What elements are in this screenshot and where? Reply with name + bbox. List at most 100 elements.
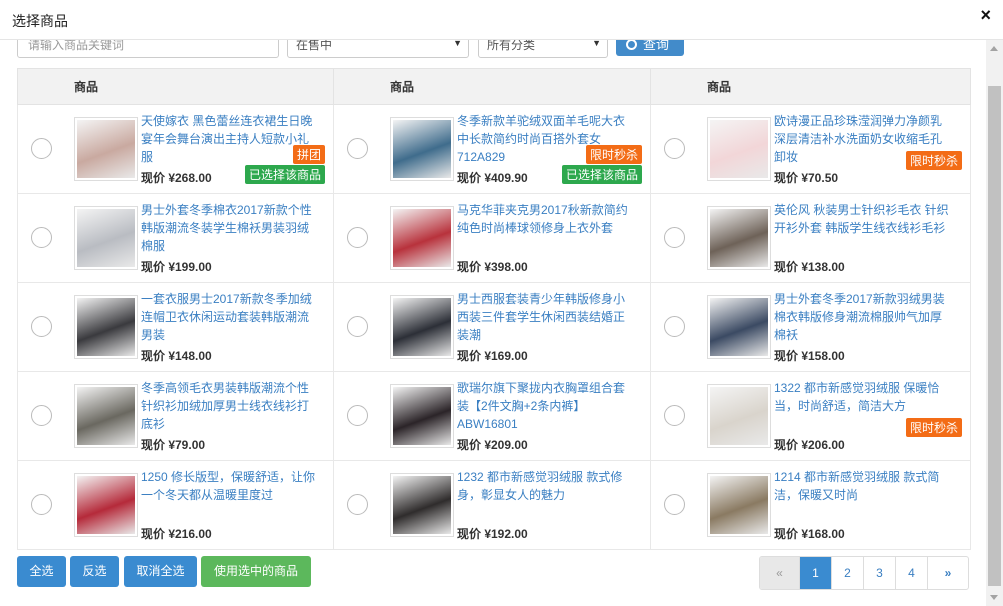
select-radio[interactable] [664, 227, 685, 248]
modal-body: 请输入商品关键词 在售中 ▼ 所有分类 ▼ 查询 商品 商品 商品 天使嫁衣 黑… [0, 40, 986, 606]
select-radio[interactable] [31, 494, 52, 515]
product-thumbnail [707, 206, 771, 270]
select-radio[interactable] [664, 494, 685, 515]
select-radio[interactable] [31, 316, 52, 337]
product-thumbnail [74, 117, 138, 181]
product-cell[interactable]: 歌瑞尔旗下聚拢内衣胸罩组合套装【2件文胸+2条内裤】ABW16801 现价 ¥20… [333, 371, 651, 461]
product-title-link[interactable]: 男士外套冬季2017新款羽绒男装棉衣韩版修身潮流棉服帅气加厚棉袄 [774, 290, 950, 344]
table-row: 冬季高领毛衣男装韩版潮流个性针织衫加绒加厚男士线衣线衫打底衫 现价 ¥79.00 歌… [17, 371, 971, 461]
select-radio[interactable] [347, 405, 368, 426]
select-radio[interactable] [347, 227, 368, 248]
product-cell[interactable]: 男士西服套装青少年韩版修身小西装三件套学生休闲西装结婚正装潮现价 ¥169.00 [333, 282, 651, 372]
scrollbar-thumb[interactable] [988, 86, 1001, 586]
product-thumbnail [390, 117, 454, 181]
product-title-link[interactable]: 男士外套冬季棉衣2017新款个性韩版潮流冬装学生棉袄男装羽绒棉服 [141, 201, 317, 255]
product-cell[interactable]: 欧诗漫正品珍珠滢润弹力净颜乳深层清洁补水洗面奶女收缩毛孔卸妆 现价 ¥70.50 限… [650, 104, 971, 194]
product-cell[interactable]: 英伦风 秋装男士针织衫毛衣 针织开衫外套 韩版学生线衣线衫毛衫 现价 ¥138.0… [650, 193, 971, 283]
product-image [393, 476, 451, 534]
scrollbar[interactable] [986, 40, 1003, 606]
selected-badge: 已选择该商品 [244, 165, 325, 184]
product-cell[interactable]: 男士外套冬季棉衣2017新款个性韩版潮流冬装学生棉袄男装羽绒棉服现价 ¥199.… [17, 193, 334, 283]
product-image [393, 298, 451, 356]
product-image [393, 209, 451, 267]
product-title-link[interactable]: 天使嫁衣 黑色蕾丝连衣裙生日晚宴年会舞台演出主持人短款小礼服 [141, 112, 317, 166]
product-title-link[interactable]: 1214 都市新感觉羽绒服 款式简洁，保暖又时尚 [774, 468, 950, 522]
product-price: 现价 ¥209.00 [457, 438, 528, 452]
product-title-link[interactable]: 英伦风 秋装男士针织衫毛衣 针织开衫外套 韩版学生线衣线衫毛衫 [774, 201, 950, 255]
product-price: 现价 ¥398.00 [457, 260, 528, 274]
product-price: 现价 ¥268.00 [141, 171, 212, 185]
product-image [77, 387, 135, 445]
product-thumbnail [74, 384, 138, 448]
product-price: 现价 ¥169.00 [457, 349, 528, 363]
page-button-1[interactable]: 1 [800, 557, 832, 589]
product-title-link[interactable]: 马克华菲夹克男2017秋新款简约纯色时尚棒球领修身上衣外套 [457, 201, 633, 255]
product-title-link[interactable]: 男士西服套装青少年韩版修身小西装三件套学生休闲西装结婚正装潮 [457, 290, 633, 344]
product-thumbnail [74, 295, 138, 359]
search-input[interactable]: 请输入商品关键词 [17, 40, 279, 58]
product-cell[interactable]: 冬季新款羊驼绒双面羊毛呢大衣中长款简约时尚百搭外套女712A829 现价 ¥409… [333, 104, 651, 194]
select-radio[interactable] [347, 494, 368, 515]
select-radio[interactable] [347, 316, 368, 337]
status-select[interactable]: 在售中 ▼ [287, 40, 469, 58]
pagination: « 1 2 3 4 » [759, 556, 969, 590]
product-title-link[interactable]: 冬季高领毛衣男装韩版潮流个性针织衫加绒加厚男士线衣线衫打底衫 [141, 379, 317, 433]
product-cell[interactable]: 1250 修长版型，保暖舒适，让你一个冬天都从温暖里度过 现价 ¥216.00 [17, 460, 334, 550]
close-button[interactable]: × [980, 6, 991, 24]
product-image [77, 209, 135, 267]
product-price: 现价 ¥158.00 [774, 349, 845, 363]
page-button-4[interactable]: 4 [896, 557, 928, 589]
product-title-link[interactable]: 1232 都市新感觉羽绒服 款式修身，彰显女人的魅力 [457, 468, 633, 522]
product-price: 现价 ¥70.50 [774, 171, 839, 185]
product-image [710, 209, 768, 267]
search-icon [626, 40, 637, 50]
product-cell[interactable]: 马克华菲夹克男2017秋新款简约纯色时尚棒球领修身上衣外套现价 ¥398.00 [333, 193, 651, 283]
modal-header: 选择商品 × [0, 0, 1003, 40]
product-cell[interactable]: 冬季高领毛衣男装韩版潮流个性针织衫加绒加厚男士线衣线衫打底衫 现价 ¥79.00 [17, 371, 334, 461]
table-row: 一套衣服男士2017新款冬季加绒连帽卫衣休闲运动套装韩版潮流男装 现价 ¥148.… [17, 282, 971, 372]
product-cell[interactable]: 1322 都市新感觉羽绒服 保暖恰当，时尚舒适，简洁大方 现价 ¥206.00 限时… [650, 371, 971, 461]
column-header: 商品 [17, 68, 334, 105]
scroll-down-icon[interactable] [990, 595, 998, 600]
page-button-2[interactable]: 2 [832, 557, 864, 589]
select-all-button[interactable]: 全选 [17, 556, 66, 587]
next-page-button[interactable]: » [928, 557, 968, 589]
product-image [393, 120, 451, 178]
product-cell[interactable]: 一套衣服男士2017新款冬季加绒连帽卫衣休闲运动套装韩版潮流男装 现价 ¥148.… [17, 282, 334, 372]
use-selected-button[interactable]: 使用选中的商品 [201, 556, 311, 587]
column-header: 商品 [650, 68, 971, 105]
select-radio[interactable] [664, 138, 685, 159]
product-title-link[interactable]: 1250 修长版型，保暖舒适，让你一个冬天都从温暖里度过 [141, 468, 317, 522]
product-cell[interactable]: 1214 都市新感觉羽绒服 款式简洁，保暖又时尚 现价 ¥168.00 [650, 460, 971, 550]
query-button[interactable]: 查询 [616, 40, 684, 56]
product-thumbnail [390, 206, 454, 270]
product-thumbnail [707, 473, 771, 537]
product-thumbnail [74, 206, 138, 270]
product-cell[interactable]: 天使嫁衣 黑色蕾丝连衣裙生日晚宴年会舞台演出主持人短款小礼服现价 ¥268.00… [17, 104, 334, 194]
product-thumbnail [707, 384, 771, 448]
category-select[interactable]: 所有分类 ▼ [478, 40, 608, 58]
select-radio[interactable] [664, 405, 685, 426]
product-thumbnail [707, 117, 771, 181]
clear-all-button[interactable]: 取消全选 [124, 556, 197, 587]
scroll-up-icon[interactable] [990, 46, 998, 51]
select-radio[interactable] [31, 405, 52, 426]
product-cell[interactable]: 男士外套冬季2017新款羽绒男装棉衣韩版修身潮流棉服帅气加厚棉袄现价 ¥158.… [650, 282, 971, 372]
select-radio[interactable] [31, 227, 52, 248]
product-cell[interactable]: 1232 都市新感觉羽绒服 款式修身，彰显女人的魅力 现价 ¥192.00 [333, 460, 651, 550]
product-title-link[interactable]: 一套衣服男士2017新款冬季加绒连帽卫衣休闲运动套装韩版潮流男装 [141, 290, 317, 344]
select-radio[interactable] [31, 138, 52, 159]
invert-selection-button[interactable]: 反选 [70, 556, 119, 587]
select-radio[interactable] [347, 138, 368, 159]
page-button-3[interactable]: 3 [864, 557, 896, 589]
product-image [393, 387, 451, 445]
promo-badge: 限时秒杀 [585, 145, 642, 164]
product-price: 现价 ¥199.00 [141, 260, 212, 274]
product-price: 现价 ¥206.00 [774, 438, 845, 452]
chevron-down-icon: ▼ [453, 40, 462, 48]
select-radio[interactable] [664, 316, 685, 337]
product-thumbnail [74, 473, 138, 537]
product-image [710, 476, 768, 534]
product-title-link[interactable]: 歌瑞尔旗下聚拢内衣胸罩组合套装【2件文胸+2条内裤】ABW16801 [457, 379, 633, 433]
prev-page-button[interactable]: « [760, 557, 800, 589]
